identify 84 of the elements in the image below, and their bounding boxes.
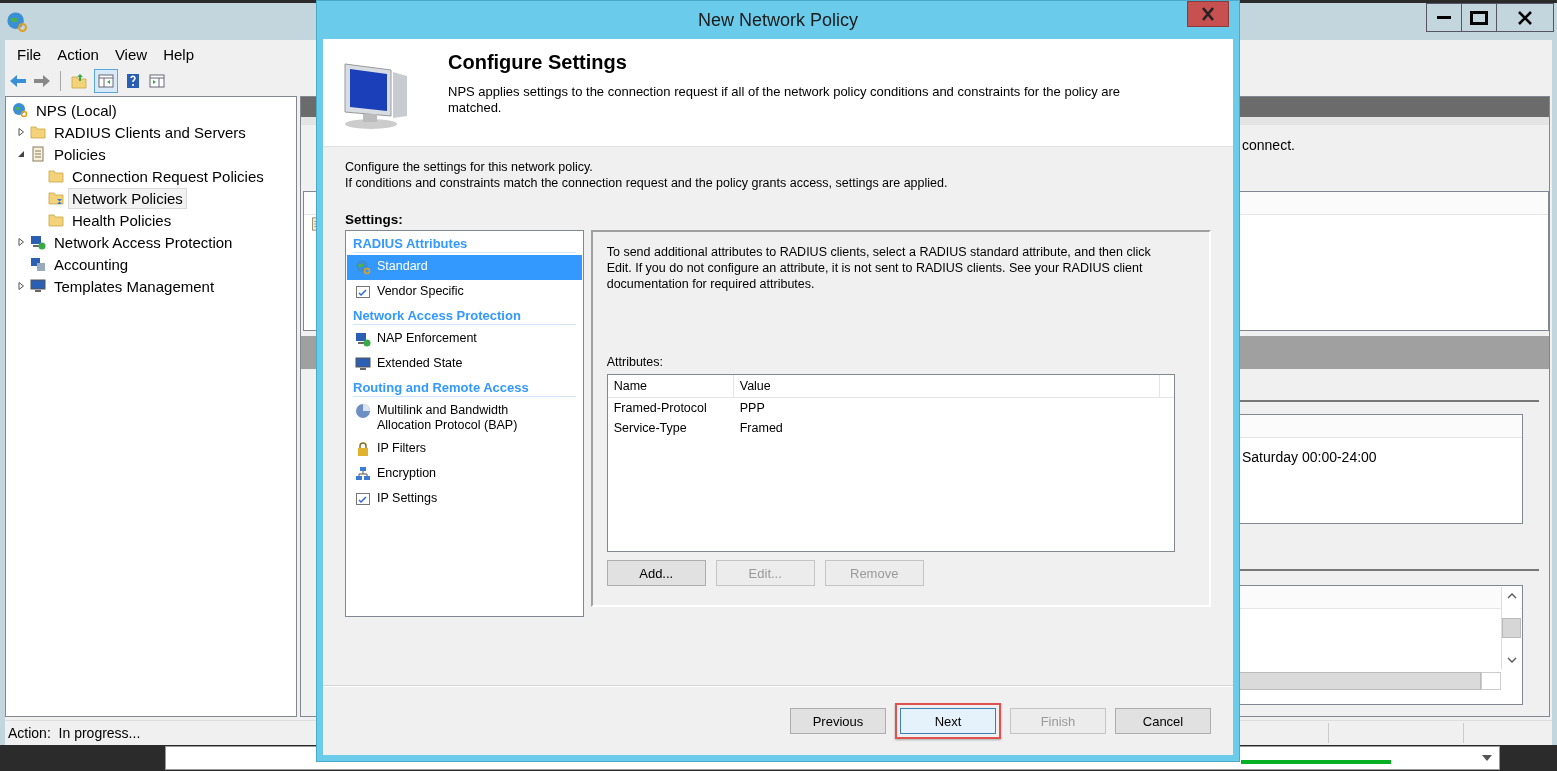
wizard-button[interactable]: Next [900, 708, 996, 734]
intro-text: Configure the settings for this network policy. [345, 159, 594, 175]
scroll-up-icon[interactable] [1506, 593, 1517, 599]
close-icon [1518, 10, 1532, 25]
scroll-icon [30, 146, 46, 162]
window-title: New Network Policy [697, 9, 858, 31]
tree-item[interactable]: Health Policies [68, 209, 176, 231]
table-cell-text: PPP [738, 400, 766, 417]
column-header[interactable]: Value [733, 375, 1160, 397]
forward-icon[interactable] [33, 73, 51, 89]
close-button[interactable] [1496, 3, 1554, 32]
menu-item[interactable]: File [9, 45, 50, 63]
category-heading: RADIUS Attributes [353, 236, 576, 253]
help-icon[interactable] [124, 73, 142, 89]
minimize-icon [1437, 16, 1451, 19]
maximize-icon [1470, 10, 1488, 25]
tree-item[interactable]: Templates Management [50, 275, 219, 297]
settings-item[interactable]: Vendor Specific [347, 280, 582, 305]
pane-icon[interactable] [148, 73, 166, 89]
table-cell-text: Service-Type [612, 420, 688, 437]
tree-item[interactable]: Accounting [50, 253, 133, 275]
close-icon [1202, 7, 1214, 21]
monitor-icon [355, 356, 371, 372]
attribute-button[interactable]: Add... [606, 560, 706, 586]
computer-icon [30, 234, 46, 250]
globe-icon [355, 259, 371, 275]
scroll-down-icon[interactable] [1506, 657, 1517, 663]
menu-item[interactable]: View [106, 45, 156, 63]
settings-item[interactable]: Extended State [347, 352, 582, 377]
globe-icon [12, 102, 28, 118]
scrollbar[interactable] [1501, 587, 1521, 669]
attributes-label: Attributes: [606, 355, 664, 369]
settings-label: Settings: [345, 212, 404, 227]
folder-up-icon[interactable] [70, 73, 88, 89]
list-item: Saturday 00:00-24:00 [1241, 448, 1378, 465]
folder-icon [30, 124, 46, 140]
expander-icon[interactable] [17, 282, 25, 290]
folder-icon [48, 168, 64, 184]
tree-item[interactable]: Connection Request Policies [68, 165, 268, 187]
menu-item[interactable]: Action [49, 45, 107, 63]
settings-item[interactable]: Multilink and Bandwidth Allocation Protocol (BAP) [347, 399, 582, 437]
expander-icon[interactable] [17, 150, 25, 158]
pie-icon [355, 403, 371, 419]
expander-icon[interactable] [17, 128, 25, 136]
settings-item[interactable]: IP Filters [347, 437, 582, 462]
checklist-icon [355, 491, 371, 507]
maximize-button[interactable] [1461, 3, 1497, 32]
expander-icon[interactable] [17, 238, 25, 246]
tree-item[interactable]: RADIUS Clients and Servers [50, 121, 250, 143]
globe-icon [6, 10, 28, 33]
settings-item[interactable]: Encryption [347, 462, 582, 487]
page-description: NPS applies settings to the connection request if all of the network policy conditions and constraints for the policy are matched. [448, 84, 1122, 116]
pane-toggle-button[interactable] [94, 69, 118, 93]
table-cell-text: Framed [738, 420, 784, 437]
column-header[interactable]: Name [607, 375, 734, 397]
menu-item[interactable]: Help [155, 45, 202, 63]
tree-item[interactable]: NPS (Local) [32, 99, 121, 121]
tree-item[interactable]: Network Access Protection [50, 231, 237, 253]
computer-icon [355, 331, 371, 347]
lock-icon [355, 441, 371, 457]
settings-item[interactable]: IP Settings [347, 487, 582, 512]
wizard-button[interactable]: Cancel [1115, 708, 1211, 734]
checklist-icon [355, 284, 371, 300]
minimize-button[interactable] [1426, 3, 1462, 32]
dropdown-caret-icon[interactable] [1482, 755, 1492, 761]
page-heading: Configure Settings [448, 51, 628, 74]
computer-icon [30, 256, 46, 272]
folder-icon [48, 190, 64, 206]
back-icon[interactable] [9, 73, 27, 89]
tree-item[interactable]: Network Policies [68, 187, 187, 209]
intro-text: If conditions and constraints match the connection request and the policy grants access, settings are applied. [345, 175, 949, 191]
scroll-thumb[interactable] [1502, 618, 1521, 638]
help-text: To send additional attributes to RADIUS clients, select a RADIUS standard attribute, and then click Edit. If you do not configure an attribute, it is not sent to RADIUS clients. See your RADIUS client documentation for required attributes. [606, 244, 1152, 292]
description-text: connect. [1242, 137, 1295, 153]
tree-item[interactable]: Policies [50, 143, 110, 165]
category-heading: Routing and Remote Access [353, 380, 576, 397]
wizard-button[interactable]: Previous [790, 708, 886, 734]
status-text: Action: In progress... [7, 725, 142, 741]
settings-item[interactable]: NAP Enforcement [347, 327, 582, 352]
category-heading: Network Access Protection [353, 308, 576, 325]
network-icon [355, 466, 371, 482]
table-cell-text: Framed-Protocol [612, 400, 708, 417]
monitor-icon [30, 278, 46, 294]
folder-icon [48, 212, 64, 228]
